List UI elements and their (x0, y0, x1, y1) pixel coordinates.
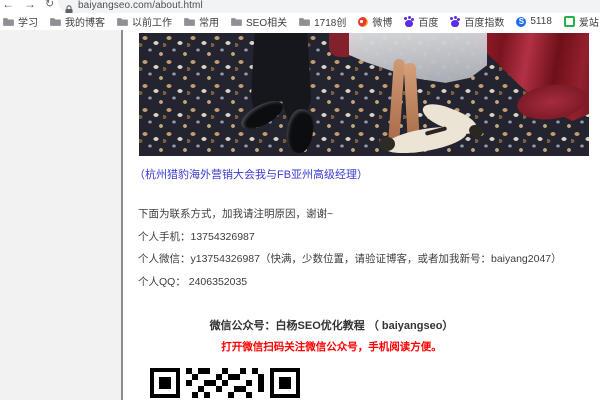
bookmark-aizhan[interactable]: 爱站 (564, 14, 599, 29)
bookmark-label: 我的博客 (65, 14, 105, 29)
contact-intro: 下面为联系方式，加我请注明原因，谢谢~ (138, 206, 333, 221)
aizhan-icon (564, 16, 575, 27)
bookmark-label: 百度指数 (464, 14, 504, 29)
browser-toolbar: ← → ↻ baiyangseo.com/about.html (0, 0, 600, 13)
woman-skirt (349, 33, 487, 85)
content-left-border (121, 30, 123, 400)
official-account-line: 微信公众号：白杨SEO优化教程 （ baiyangseo） (139, 317, 524, 333)
reload-button[interactable]: ↻ (45, 0, 54, 11)
qr-scan-tip: 打开微信扫码关注微信公众号，手机阅读方便。 (139, 339, 524, 354)
wechat-line: 个人微信：y13754326987（快满，少数位置，请验证博客，或者加我新号：b… (138, 251, 562, 266)
url-text[interactable]: baiyangseo.com/about.html (78, 0, 203, 11)
left-gutter (0, 30, 121, 400)
woman-shoe-toe (379, 137, 395, 151)
bookmark-folder-myblog[interactable]: 我的博客 (50, 14, 105, 29)
folder-icon (3, 17, 14, 26)
bookmark-label: SEO相关 (246, 14, 287, 29)
bookmark-baidu[interactable]: 百度 (404, 14, 438, 29)
photo-caption: （杭州猎豹海外营销大会我与FB亚州高级经理） (134, 166, 368, 182)
weibo-icon (358, 17, 368, 27)
bookmarks-bar: 学习 我的博客 以前工作 常用 SEO相关 1718创 微博 百度 (0, 13, 600, 30)
qq-line: 个人QQ： 2406352035 (138, 274, 247, 289)
folder-icon (184, 17, 195, 26)
bookmark-folder-seo[interactable]: SEO相关 (231, 14, 287, 29)
bookmark-label: 1718创 (314, 14, 346, 29)
5118-icon: S (516, 17, 526, 27)
woman-shoe-toe (467, 123, 484, 139)
baidu-paw-icon (404, 17, 414, 27)
browser-window: ← → ↻ baiyangseo.com/about.html 学习 我的博客 … (0, 0, 600, 400)
bookmark-label: 学习 (18, 14, 38, 29)
bookmark-label: 爱站 (579, 14, 599, 29)
bookmark-label: 以前工作 (132, 14, 172, 29)
bookmark-label: 微博 (372, 14, 392, 29)
back-button[interactable]: ← (2, 0, 14, 11)
forward-button[interactable]: → (24, 0, 36, 11)
bookmark-weibo[interactable]: 微博 (358, 14, 392, 29)
bookmark-label: 5118 (530, 16, 552, 27)
folder-icon (299, 17, 310, 26)
wechat-qr-code (150, 368, 300, 400)
bookmark-label: 百度 (418, 14, 438, 29)
folder-icon (231, 17, 242, 26)
folder-icon (50, 17, 61, 26)
folder-icon (117, 17, 128, 26)
woman-leg (388, 59, 405, 146)
bookmark-folder-common[interactable]: 常用 (184, 14, 219, 29)
bookmark-folder-oldwork[interactable]: 以前工作 (117, 14, 172, 29)
bookmark-label: 常用 (199, 14, 219, 29)
bookmark-folder-1718[interactable]: 1718创 (299, 14, 346, 29)
bookmark-folder-xuexi[interactable]: 学习 (3, 14, 38, 29)
bookmark-5118[interactable]: S 5118 (516, 16, 552, 27)
baidu-paw-icon (450, 17, 460, 27)
phone-line: 个人手机：13754326987 (138, 229, 255, 244)
bookmark-baidu-index[interactable]: 百度指数 (450, 14, 504, 29)
page-content: （杭州猎豹海外营销大会我与FB亚州高级经理） 下面为联系方式，加我请注明原因，谢… (0, 30, 600, 400)
conference-photo (139, 33, 589, 156)
